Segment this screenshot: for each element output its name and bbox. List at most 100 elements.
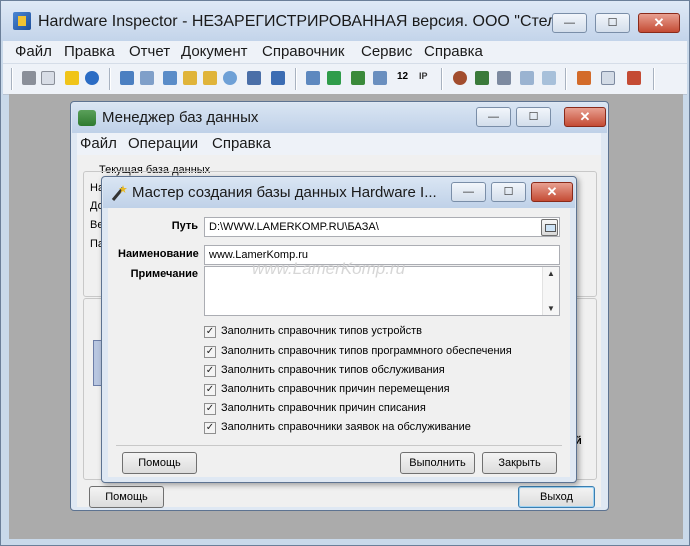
checkbox-label-move-reasons: Заполнить справочник причин перемещения <box>221 383 450 395</box>
checkbox-label-device-types: Заполнить справочник типов устройств <box>221 325 422 337</box>
scroll-up-icon[interactable]: ▲ <box>547 269 555 278</box>
menu-edit[interactable]: Правка <box>64 43 115 60</box>
exchange-icon[interactable] <box>520 71 534 85</box>
checkbox-label-software-types: Заполнить справочник типов программного … <box>221 345 512 357</box>
note-label: Примечание <box>130 268 198 280</box>
wizard-help-button[interactable]: Помощь <box>122 452 197 474</box>
checkbox[interactable]: ✓ <box>204 346 216 358</box>
main-titlebar: Hardware Inspector - НЕЗАРЕГИСТРИРОВАННА… <box>1 1 689 41</box>
wizard-minimize-button[interactable]: — <box>451 182 486 202</box>
main-toolbar: 12 IP <box>3 63 687 95</box>
watermark: www.LamerKomp.ru <box>252 259 406 278</box>
minimize-icon: — <box>463 186 474 198</box>
main-window-title: Hardware Inspector - НЕЗАРЕГИСТРИРОВАННА… <box>38 13 581 30</box>
close-icon: ✕ <box>579 109 591 124</box>
checkbox[interactable]: ✓ <box>204 422 216 434</box>
maximize-icon: ☐ <box>607 17 618 29</box>
wizard-maximize-button[interactable]: ☐ <box>491 182 526 202</box>
toolbar-separator <box>653 68 655 90</box>
close-icon: ✕ <box>546 184 558 199</box>
network-card-icon[interactable] <box>351 71 365 85</box>
network-icon[interactable] <box>120 71 134 85</box>
chart-icon[interactable] <box>327 71 341 85</box>
db-help-button[interactable]: Помощь <box>89 486 164 508</box>
tools-icon[interactable] <box>497 71 511 85</box>
db-menu-help[interactable]: Справка <box>212 135 271 152</box>
path-label: Путь <box>171 220 198 232</box>
checkbox[interactable]: ✓ <box>204 384 216 396</box>
magic-wand-icon <box>111 185 127 201</box>
db-manager-maximize-button[interactable]: ☐ <box>516 107 551 127</box>
wizard-titlebar: Мастер создания базы данных Hardware I..… <box>103 178 575 208</box>
maximize-icon: ☐ <box>503 186 514 198</box>
db-manager-title: Менеджер баз данных <box>102 109 259 126</box>
close-icon: ✕ <box>653 15 665 30</box>
toolbar-separator <box>565 68 567 90</box>
ip-counter-label: 12 <box>397 71 409 82</box>
maximize-icon: ☐ <box>528 111 539 123</box>
pc-list-icon[interactable] <box>306 71 320 85</box>
scroll-down-icon[interactable]: ▼ <box>547 304 555 313</box>
checkbox[interactable]: ✓ <box>204 403 216 415</box>
checkbox[interactable]: ✓ <box>204 326 216 338</box>
minimize-icon: — <box>488 111 499 123</box>
db-exit-button[interactable]: Выход <box>518 486 595 508</box>
toolbar-separator <box>11 68 13 90</box>
db-manager-titlebar: Менеджер баз данных — ☐ ✕ <box>72 103 607 133</box>
search-pc-2-icon[interactable] <box>183 71 197 85</box>
report-2-icon[interactable] <box>601 71 615 85</box>
menu-document[interactable]: Документ <box>181 43 248 60</box>
info-icon[interactable] <box>85 71 99 85</box>
app-icon <box>13 12 31 30</box>
toolbar-separator <box>441 68 443 90</box>
note-scrollbar[interactable]: ▲ ▼ <box>542 267 559 315</box>
print-preview-icon[interactable] <box>22 71 36 85</box>
close-button[interactable]: ✕ <box>638 13 680 33</box>
main-menubar: Файл Правка Отчет Документ Справочник Се… <box>3 41 687 63</box>
checkbox[interactable]: ✓ <box>204 365 216 377</box>
users-icon[interactable] <box>271 71 285 85</box>
db-manager-minimize-button[interactable]: — <box>476 107 511 127</box>
user-edit-icon[interactable] <box>475 71 489 85</box>
divider <box>116 445 562 446</box>
menu-help[interactable]: Справка <box>424 43 483 60</box>
help-icon[interactable] <box>65 71 79 85</box>
search-pc-3-icon[interactable] <box>203 71 217 85</box>
db-manager-close-button[interactable]: ✕ <box>564 107 606 127</box>
menu-file[interactable]: Файл <box>15 43 52 60</box>
db-manager-menubar: Файл Операции Справка <box>77 133 601 155</box>
toolbar-separator <box>109 68 111 90</box>
user-icon[interactable] <box>453 71 467 85</box>
wizard-body: Путь D:\WWW.LAMERKOMP.RU\БАЗА\ Наименова… <box>108 208 570 477</box>
run-button[interactable]: Выполнить <box>400 452 475 474</box>
checkbox-label-writeoff-reasons: Заполнить справочник причин списания <box>221 402 426 414</box>
document-icon[interactable] <box>41 71 55 85</box>
exchange-2-icon[interactable] <box>542 71 556 85</box>
report-icon[interactable] <box>577 71 591 85</box>
checkbox-label-service-requests: Заполнить справочники заявок на обслужив… <box>221 421 471 433</box>
ip-icon[interactable]: IP <box>419 71 428 81</box>
create-db-wizard-dialog: Мастер создания базы данных Hardware I..… <box>101 176 577 483</box>
settings-icon[interactable] <box>627 71 641 85</box>
db-menu-operations[interactable]: Операции <box>128 135 198 152</box>
menu-report[interactable]: Отчет <box>129 43 170 60</box>
find-icon[interactable] <box>223 71 237 85</box>
close-dialog-button[interactable]: Закрыть <box>482 452 557 474</box>
name-label: Наименование <box>118 248 199 260</box>
minimize-button[interactable]: — <box>552 13 587 33</box>
browse-folder-button[interactable] <box>541 219 558 236</box>
db-menu-file[interactable]: Файл <box>80 135 117 152</box>
monitor-icon[interactable] <box>247 71 261 85</box>
wizard-close-button[interactable]: ✕ <box>531 182 573 202</box>
path-input[interactable]: D:\WWW.LAMERKOMP.RU\БАЗА\ <box>204 217 560 237</box>
menu-service[interactable]: Сервис <box>361 43 412 60</box>
computers-icon[interactable] <box>140 71 154 85</box>
wizard-title: Мастер создания базы данных Hardware I..… <box>132 184 437 201</box>
maximize-button[interactable]: ☐ <box>595 13 630 33</box>
ip-counter-icon[interactable] <box>373 71 387 85</box>
database-icon <box>78 110 96 126</box>
menu-reference[interactable]: Справочник <box>262 43 345 60</box>
minimize-icon: — <box>564 17 575 29</box>
search-pc-icon[interactable] <box>163 71 177 85</box>
checkbox-label-service-types: Заполнить справочник типов обслуживания <box>221 364 445 376</box>
